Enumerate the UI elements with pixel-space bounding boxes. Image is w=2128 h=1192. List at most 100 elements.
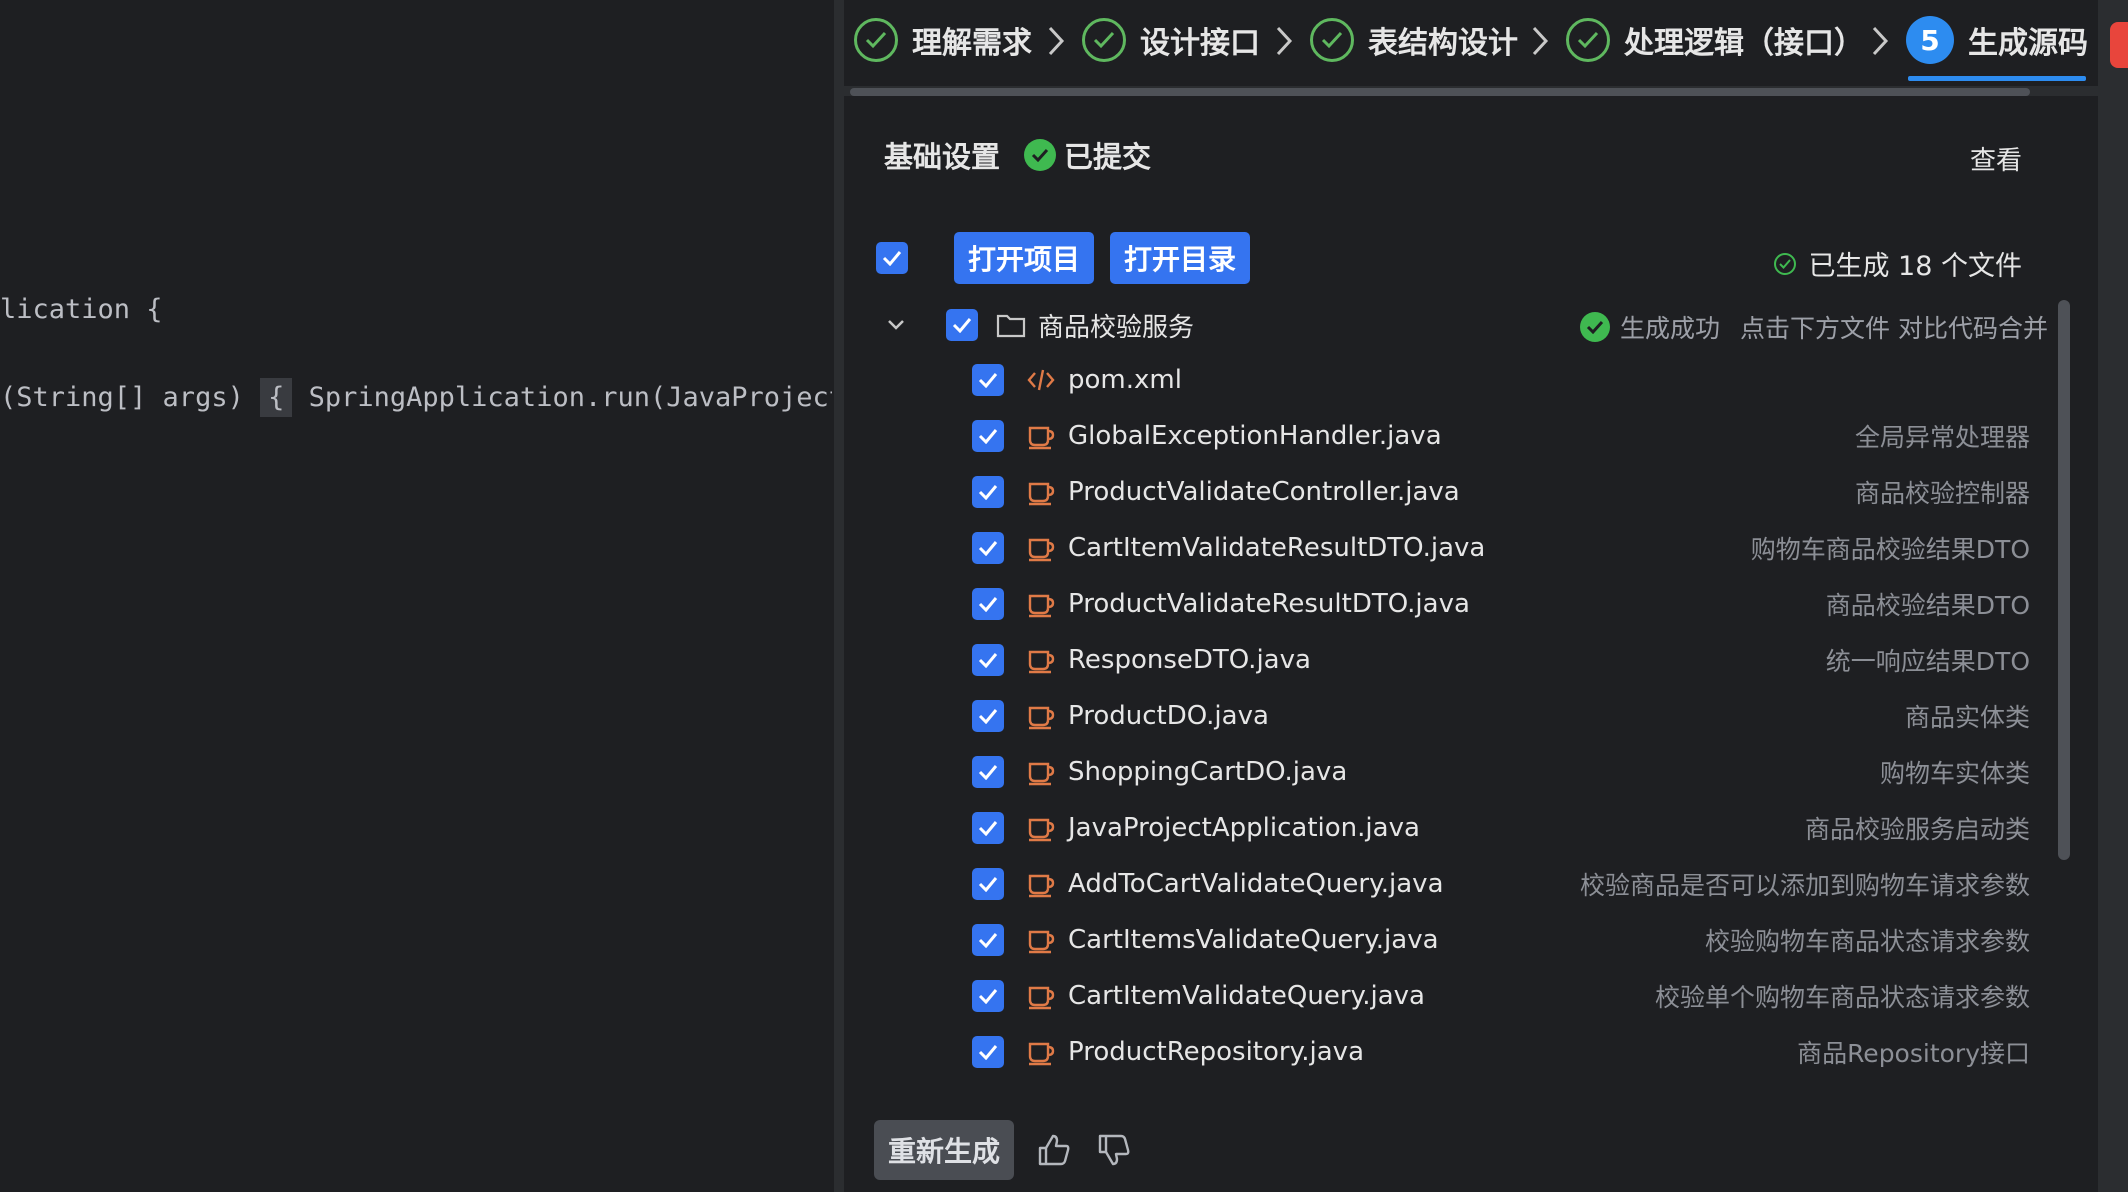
file-checkbox[interactable] xyxy=(972,868,1004,900)
file-name: GlobalExceptionHandler.java xyxy=(1068,421,1442,451)
file-checkbox[interactable] xyxy=(972,476,1004,508)
generated-count-label: 已生成 18 个文件 xyxy=(1808,251,2022,282)
file-name: ProductValidateResultDTO.java xyxy=(1068,589,1470,619)
java-cup-icon xyxy=(1026,925,1056,955)
checkmark-icon xyxy=(978,821,998,836)
java-cup-icon xyxy=(1026,589,1056,619)
checkmark-icon xyxy=(978,877,998,892)
select-all-checkbox[interactable] xyxy=(876,242,908,274)
regenerate-button[interactable]: 重新生成 xyxy=(874,1120,1015,1180)
file-checkbox[interactable] xyxy=(972,420,1004,452)
java-cup-icon xyxy=(1026,813,1056,843)
file-row[interactable]: GlobalExceptionHandler.java 全局异常处理器 xyxy=(972,416,2030,456)
file-row[interactable]: pom.xml xyxy=(972,360,2030,400)
file-checkbox[interactable] xyxy=(972,756,1004,788)
step-5-active[interactable]: 5 生成源码 xyxy=(1906,12,2088,68)
file-name: ProductValidateController.java xyxy=(1068,477,1460,507)
java-cup-icon xyxy=(1026,477,1056,507)
folder-status: 生成成功 点击下方文件 对比代码合并 xyxy=(1580,309,2048,345)
file-description: 统一响应结果DTO xyxy=(1825,647,2030,676)
basic-settings-row: 基础设置 已提交 xyxy=(884,130,1151,180)
right-edge-toolbar xyxy=(2098,0,2128,1192)
file-description: 购物车商品校验结果DTO xyxy=(1750,535,2030,564)
checkmark-icon xyxy=(978,989,998,1004)
file-row[interactable]: ProductValidateResultDTO.java 商品校验结果DTO xyxy=(972,584,2030,624)
checkmark-icon xyxy=(952,318,972,333)
folder-node[interactable]: 商品校验服务 生成成功 点击下方文件 对比代码合并 xyxy=(884,305,2074,345)
step-3[interactable]: 表结构设计 xyxy=(1310,12,1518,68)
java-cup-icon xyxy=(1026,757,1056,787)
open-project-button[interactable]: 打开项目 xyxy=(954,232,1095,284)
chevron-right-icon xyxy=(1048,26,1065,56)
chevron-right-icon xyxy=(1532,26,1549,56)
file-row[interactable]: CartItemsValidateQuery.java 校验购物车商品状态请求参… xyxy=(972,920,2030,960)
file-checkbox[interactable] xyxy=(972,588,1004,620)
file-description: 购物车实体类 xyxy=(1879,759,2030,788)
file-description: 校验商品是否可以添加到购物车请求参数 xyxy=(1579,871,2030,900)
file-description: 全局异常处理器 xyxy=(1854,423,2030,452)
file-description: 商品Repository接口 xyxy=(1797,1039,2030,1068)
file-checkbox[interactable] xyxy=(972,700,1004,732)
step-1[interactable]: 理解需求 xyxy=(854,12,1032,68)
step-4[interactable]: 处理逻辑（接口） xyxy=(1566,12,1864,68)
file-checkbox[interactable] xyxy=(972,644,1004,676)
open-directory-button[interactable]: 打开目录 xyxy=(1110,232,1251,284)
step-label: 表结构设计 xyxy=(1368,26,1518,61)
checkmark-icon xyxy=(978,429,998,444)
view-link[interactable]: 查看 xyxy=(1970,140,2022,177)
checkmark-icon xyxy=(978,373,998,388)
file-row[interactable]: ProductValidateController.java 商品校验控制器 xyxy=(972,472,2030,512)
java-cup-icon xyxy=(1026,421,1056,451)
panel-splitter[interactable] xyxy=(834,0,844,1192)
file-description: 校验单个购物车商品状态请求参数 xyxy=(1654,983,2030,1012)
step-label: 理解需求 xyxy=(912,26,1032,61)
code-editor[interactable]: lication { (String[] args) { SpringAppli… xyxy=(0,0,832,1192)
active-step-underline xyxy=(1908,76,2086,81)
checkmark-icon xyxy=(882,251,902,266)
chevron-right-icon xyxy=(1872,26,1889,56)
thumbs-up-icon[interactable] xyxy=(1036,1132,1072,1168)
file-checkbox[interactable] xyxy=(972,980,1004,1012)
file-row[interactable]: ProductRepository.java 商品Repository接口 xyxy=(972,1032,2030,1072)
check-circle-icon xyxy=(1774,252,1797,275)
xml-code-icon xyxy=(1026,365,1056,395)
folder-checkbox[interactable] xyxy=(946,309,978,341)
file-name: ResponseDTO.java xyxy=(1068,645,1311,675)
file-row[interactable]: JavaProjectApplication.java 商品校验服务启动类 xyxy=(972,808,2030,848)
step-label: 生成源码 xyxy=(1968,26,2088,61)
plugin-badge-icon[interactable] xyxy=(2110,22,2128,68)
step-label: 设计接口 xyxy=(1140,26,1260,61)
file-description: 商品实体类 xyxy=(1904,703,2030,732)
file-row[interactable]: ShoppingCartDO.java 购物车实体类 xyxy=(972,752,2030,792)
step-2[interactable]: 设计接口 xyxy=(1082,12,1260,68)
stepper: 理解需求 设计接口 表结构设计 处理逻辑（接口） 5 生成源码 xyxy=(844,0,2098,100)
file-name: CartItemValidateQuery.java xyxy=(1068,981,1425,1011)
horizontal-scrollbar[interactable] xyxy=(850,88,2030,96)
file-checkbox[interactable] xyxy=(972,364,1004,396)
file-name: CartItemValidateResultDTO.java xyxy=(1068,533,1486,563)
file-row[interactable]: CartItemValidateQuery.java 校验单个购物车商品状态请求… xyxy=(972,976,2030,1016)
thumbs-down-icon[interactable] xyxy=(1096,1132,1132,1168)
checkmark-icon xyxy=(978,597,998,612)
file-row[interactable]: ResponseDTO.java 统一响应结果DTO xyxy=(972,640,2030,680)
file-row[interactable]: ProductDO.java 商品实体类 xyxy=(972,696,2030,736)
file-name: CartItemsValidateQuery.java xyxy=(1068,925,1439,955)
java-cup-icon xyxy=(1026,645,1056,675)
chevron-down-icon[interactable] xyxy=(884,313,908,337)
checkmark-icon xyxy=(978,709,998,724)
file-description: 校验购物车商品状态请求参数 xyxy=(1704,927,2030,956)
file-checkbox[interactable] xyxy=(972,1036,1004,1068)
file-checkbox[interactable] xyxy=(972,924,1004,956)
java-cup-icon xyxy=(1026,1037,1056,1067)
vertical-scrollbar[interactable] xyxy=(2058,300,2070,860)
file-checkbox[interactable] xyxy=(972,532,1004,564)
code-line: lication { xyxy=(0,294,163,325)
file-row[interactable]: CartItemValidateResultDTO.java 购物车商品校验结果… xyxy=(972,528,2030,568)
file-checkbox[interactable] xyxy=(972,812,1004,844)
java-cup-icon xyxy=(1026,869,1056,899)
file-name: ProductDO.java xyxy=(1068,701,1269,731)
code-text: SpringApplication.run(JavaProjectA xyxy=(292,382,832,413)
java-cup-icon xyxy=(1026,981,1056,1011)
file-toolbar: 打开项目 打开目录 xyxy=(876,232,1251,284)
file-row[interactable]: AddToCartValidateQuery.java 校验商品是否可以添加到购… xyxy=(972,864,2030,904)
